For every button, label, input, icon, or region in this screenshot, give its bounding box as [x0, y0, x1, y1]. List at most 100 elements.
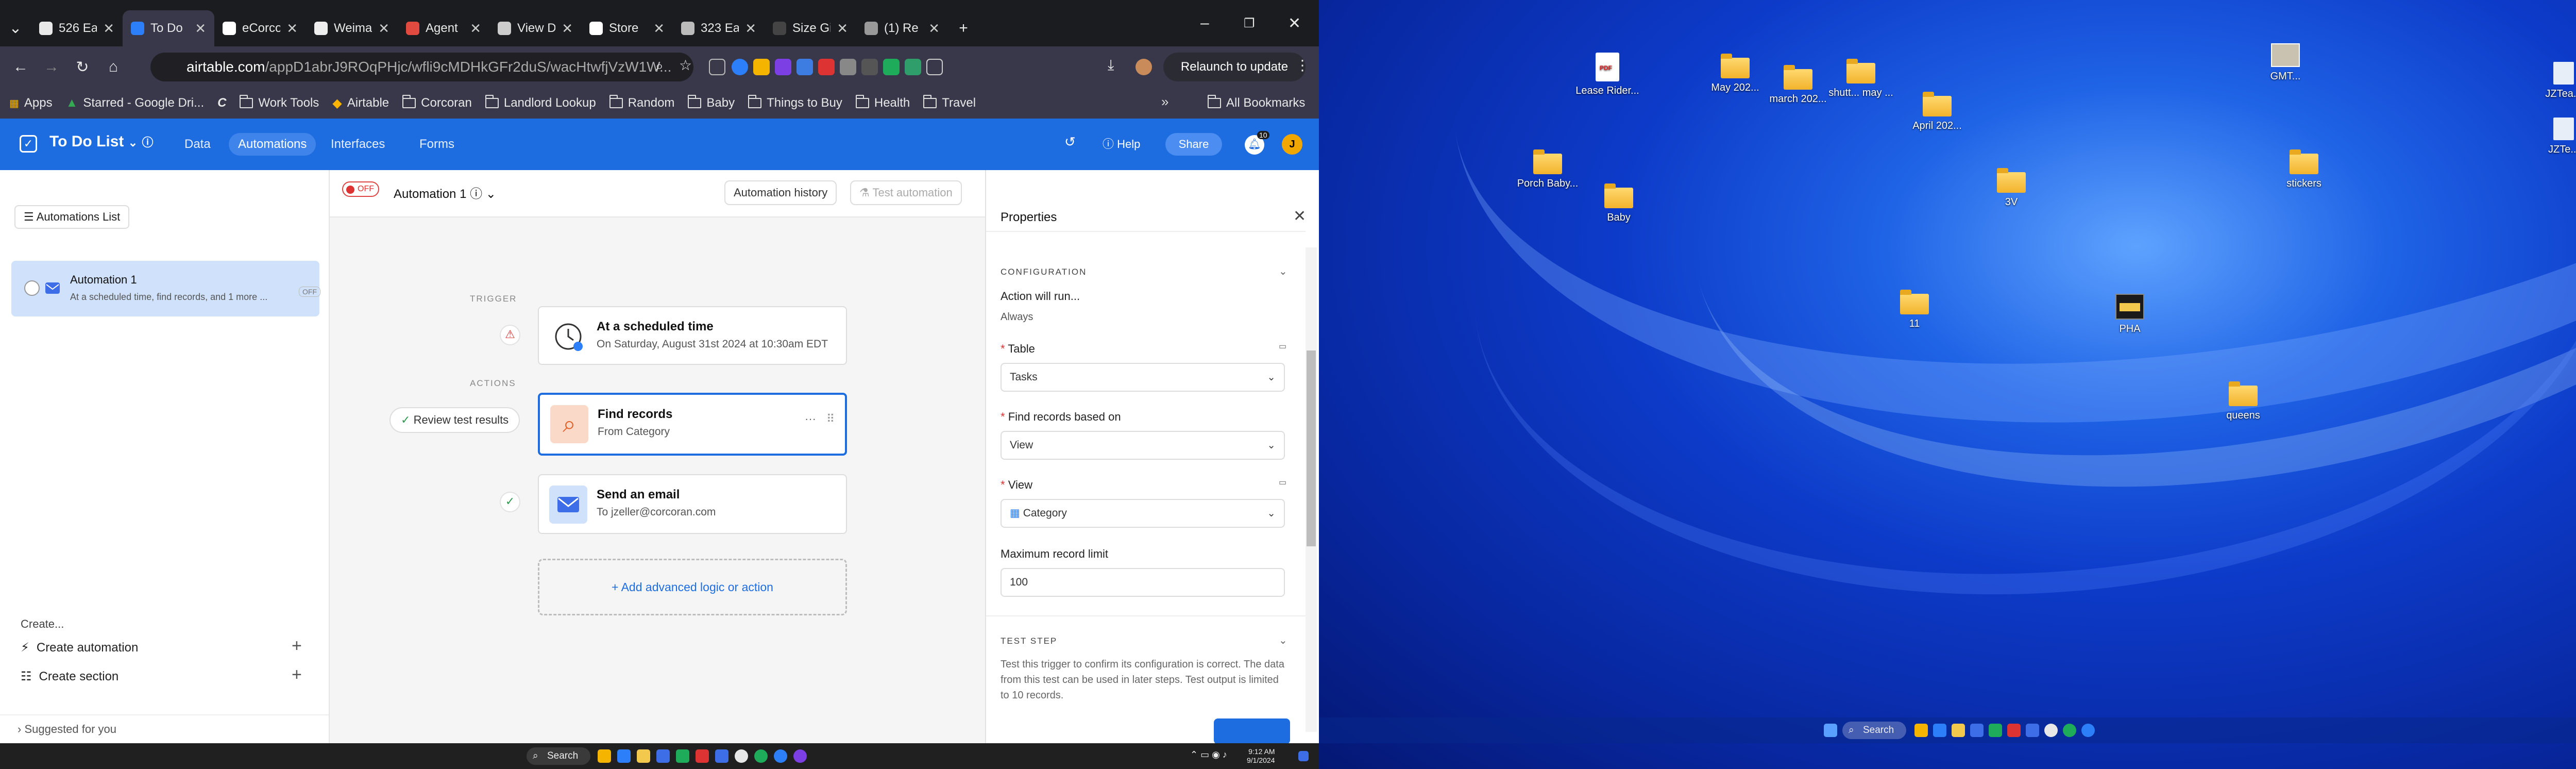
- taskbar-app-icon[interactable]: [617, 749, 631, 763]
- chrome-icon[interactable]: [2044, 724, 2058, 737]
- nav-tab-forms[interactable]: Forms: [410, 133, 464, 156]
- extension-icon[interactable]: [732, 59, 748, 75]
- tab-close-icon[interactable]: ✕: [195, 21, 206, 37]
- test-step-button[interactable]: [1214, 718, 1290, 744]
- close-icon[interactable]: ✕: [1293, 207, 1306, 225]
- more-options-icon[interactable]: ···: [805, 412, 816, 426]
- notification-icon[interactable]: [1298, 751, 1309, 761]
- desktop-icon-pha[interactable]: PHA: [2094, 294, 2166, 335]
- add-section-plus-icon[interactable]: +: [292, 665, 302, 685]
- desktop-icon-3v[interactable]: 3V: [1975, 168, 2047, 208]
- browser-menu-icon[interactable]: ⋮: [1295, 57, 1310, 74]
- desktop-icon-april[interactable]: April 202...: [1901, 92, 1973, 132]
- find-based-select[interactable]: View ⌄: [1001, 431, 1285, 460]
- bookmark-airtable[interactable]: ◆ Airtable: [332, 96, 389, 111]
- desktop-icon-stickers[interactable]: stickers: [2268, 149, 2340, 190]
- browser-tab[interactable]: View D ✕: [489, 10, 581, 46]
- browser-tab[interactable]: Weima ✕: [306, 10, 398, 46]
- browser-tab[interactable]: 323 Ea ✕: [673, 10, 765, 46]
- browser-tab[interactable]: 526 Ea ✕: [31, 10, 123, 46]
- browser-tab[interactable]: Size Gi ✕: [765, 10, 856, 46]
- file-explorer-icon[interactable]: [637, 749, 650, 763]
- outlook-icon[interactable]: [2026, 724, 2039, 737]
- all-bookmarks[interactable]: All Bookmarks: [1208, 95, 1305, 110]
- browser-tab[interactable]: eCorco ✕: [214, 10, 306, 46]
- taskbar-app-icon[interactable]: [598, 749, 611, 763]
- bookmark-star-icon[interactable]: ☆: [679, 57, 692, 74]
- tab-close-icon[interactable]: ✕: [562, 21, 573, 37]
- file-explorer-icon[interactable]: [1952, 724, 1965, 737]
- tray-icons[interactable]: ⌃ ▭ ◉ ♪︎: [1190, 750, 1227, 759]
- bookmark-corcoran[interactable]: Corcoran: [402, 95, 472, 110]
- taskbar-app-icon[interactable]: [656, 749, 670, 763]
- tab-close-icon[interactable]: ✕: [103, 21, 114, 37]
- browser-tab[interactable]: (1) Re ✕: [856, 10, 948, 46]
- desktop-icon-lease-rider[interactable]: Lease Rider...: [1571, 53, 1643, 97]
- desktop-icon-gmt[interactable]: GMT...: [2249, 43, 2321, 82]
- desktop-icon-march[interactable]: march 202...: [1762, 65, 1834, 105]
- share-button[interactable]: Share: [1165, 133, 1222, 156]
- desktop-icon-baby[interactable]: Baby: [1583, 183, 1655, 224]
- desktop-icon-may[interactable]: May 202...: [1699, 54, 1771, 94]
- taskbar-app-icon[interactable]: [1933, 724, 1946, 737]
- desktop-icon-jzte[interactable]: JZTe...: [2528, 118, 2576, 156]
- bookmark-baby[interactable]: Baby: [688, 95, 735, 110]
- bookmark-travel[interactable]: Travel: [923, 95, 976, 110]
- add-advanced-logic-button[interactable]: + Add advanced logic or action: [538, 559, 847, 615]
- restore-icon[interactable]: ❐: [1244, 0, 1255, 46]
- chevron-down-icon[interactable]: ⌄: [1279, 634, 1287, 647]
- tab-close-icon[interactable]: ✕: [928, 21, 940, 37]
- chrome-icon[interactable]: [735, 749, 748, 763]
- extension-icon[interactable]: [753, 59, 770, 75]
- test-automation-button[interactable]: ⚗︎ Test automation: [850, 180, 962, 205]
- review-test-results[interactable]: ✓ Review test results: [389, 407, 520, 433]
- chrome-icon[interactable]: [754, 749, 768, 763]
- desktop-icon-shutt[interactable]: shutt... may ...: [1825, 59, 1897, 99]
- tab-close-icon[interactable]: ✕: [470, 21, 481, 37]
- pdf-extension-icon[interactable]: [818, 59, 835, 75]
- tab-close-icon[interactable]: ✕: [653, 21, 665, 37]
- extension-icon[interactable]: [796, 59, 813, 75]
- new-tab-plus-icon[interactable]: +: [948, 20, 979, 37]
- tray-clock[interactable]: 9:12 AM 9/1/2024: [1247, 747, 1275, 765]
- drag-handle-icon[interactable]: ⠿: [826, 412, 835, 426]
- bookmark-things-to-buy[interactable]: Things to Buy: [748, 95, 842, 110]
- nav-tab-interfaces[interactable]: Interfaces: [321, 133, 394, 156]
- extension-icon[interactable]: [861, 59, 878, 75]
- tab-search-chevron-icon[interactable]: ⌄: [0, 19, 31, 37]
- taskbar-search[interactable]: ⌕ Search: [1842, 722, 1906, 739]
- chrome-icon[interactable]: [774, 749, 787, 763]
- chrome-icon[interactable]: [793, 749, 807, 763]
- bookmark-starred-drive[interactable]: ▲ Starred - Google Dri...: [66, 96, 205, 110]
- outlook-icon[interactable]: [715, 749, 728, 763]
- nav-tab-automations[interactable]: Automations: [229, 133, 316, 156]
- history-icon[interactable]: ↺: [1064, 134, 1076, 150]
- chevron-down-icon[interactable]: ⌄: [1279, 265, 1287, 278]
- window-close-icon[interactable]: ✕: [1288, 0, 1301, 46]
- record-limit-input[interactable]: 100: [1001, 568, 1285, 597]
- bookmark-work-tools[interactable]: Work Tools: [240, 95, 319, 110]
- bookmark-apps[interactable]: ▦ Apps: [9, 96, 53, 110]
- trigger-node[interactable]: At a scheduled time On Saturday, August …: [538, 306, 847, 365]
- chrome-icon[interactable]: [2081, 724, 2095, 737]
- profile-avatar[interactable]: [1136, 59, 1152, 75]
- info-icon[interactable]: ⓘ: [142, 136, 154, 149]
- create-automation-row[interactable]: ⚡︎ Create automation: [21, 640, 138, 655]
- forward-arrow-icon[interactable]: →: [36, 58, 67, 76]
- tab-close-icon[interactable]: ✕: [378, 21, 389, 37]
- tab-close-icon[interactable]: ✕: [745, 21, 756, 37]
- browser-tab[interactable]: Agent ✕: [398, 10, 489, 46]
- acrobat-icon[interactable]: [2007, 724, 2021, 737]
- extension-icon[interactable]: [905, 59, 921, 75]
- bookmark-landlord-lookup[interactable]: Landlord Lookup: [485, 95, 596, 110]
- desktop-icon-11[interactable]: 11: [1878, 290, 1951, 330]
- send-email-node[interactable]: Send an email To jzeller@corcoran.com: [538, 474, 847, 534]
- automation-toggle[interactable]: OFF: [342, 181, 379, 197]
- extension-icon[interactable]: [775, 59, 791, 75]
- extension-icon[interactable]: [840, 59, 856, 75]
- taskbar-search[interactable]: ⌕ Search: [527, 747, 590, 765]
- user-avatar[interactable]: J: [1282, 134, 1302, 155]
- desktop-icon-porch-baby[interactable]: Porch Baby...: [1512, 149, 1584, 190]
- excel-icon[interactable]: [1989, 724, 2002, 737]
- scrollbar[interactable]: [1306, 247, 1317, 732]
